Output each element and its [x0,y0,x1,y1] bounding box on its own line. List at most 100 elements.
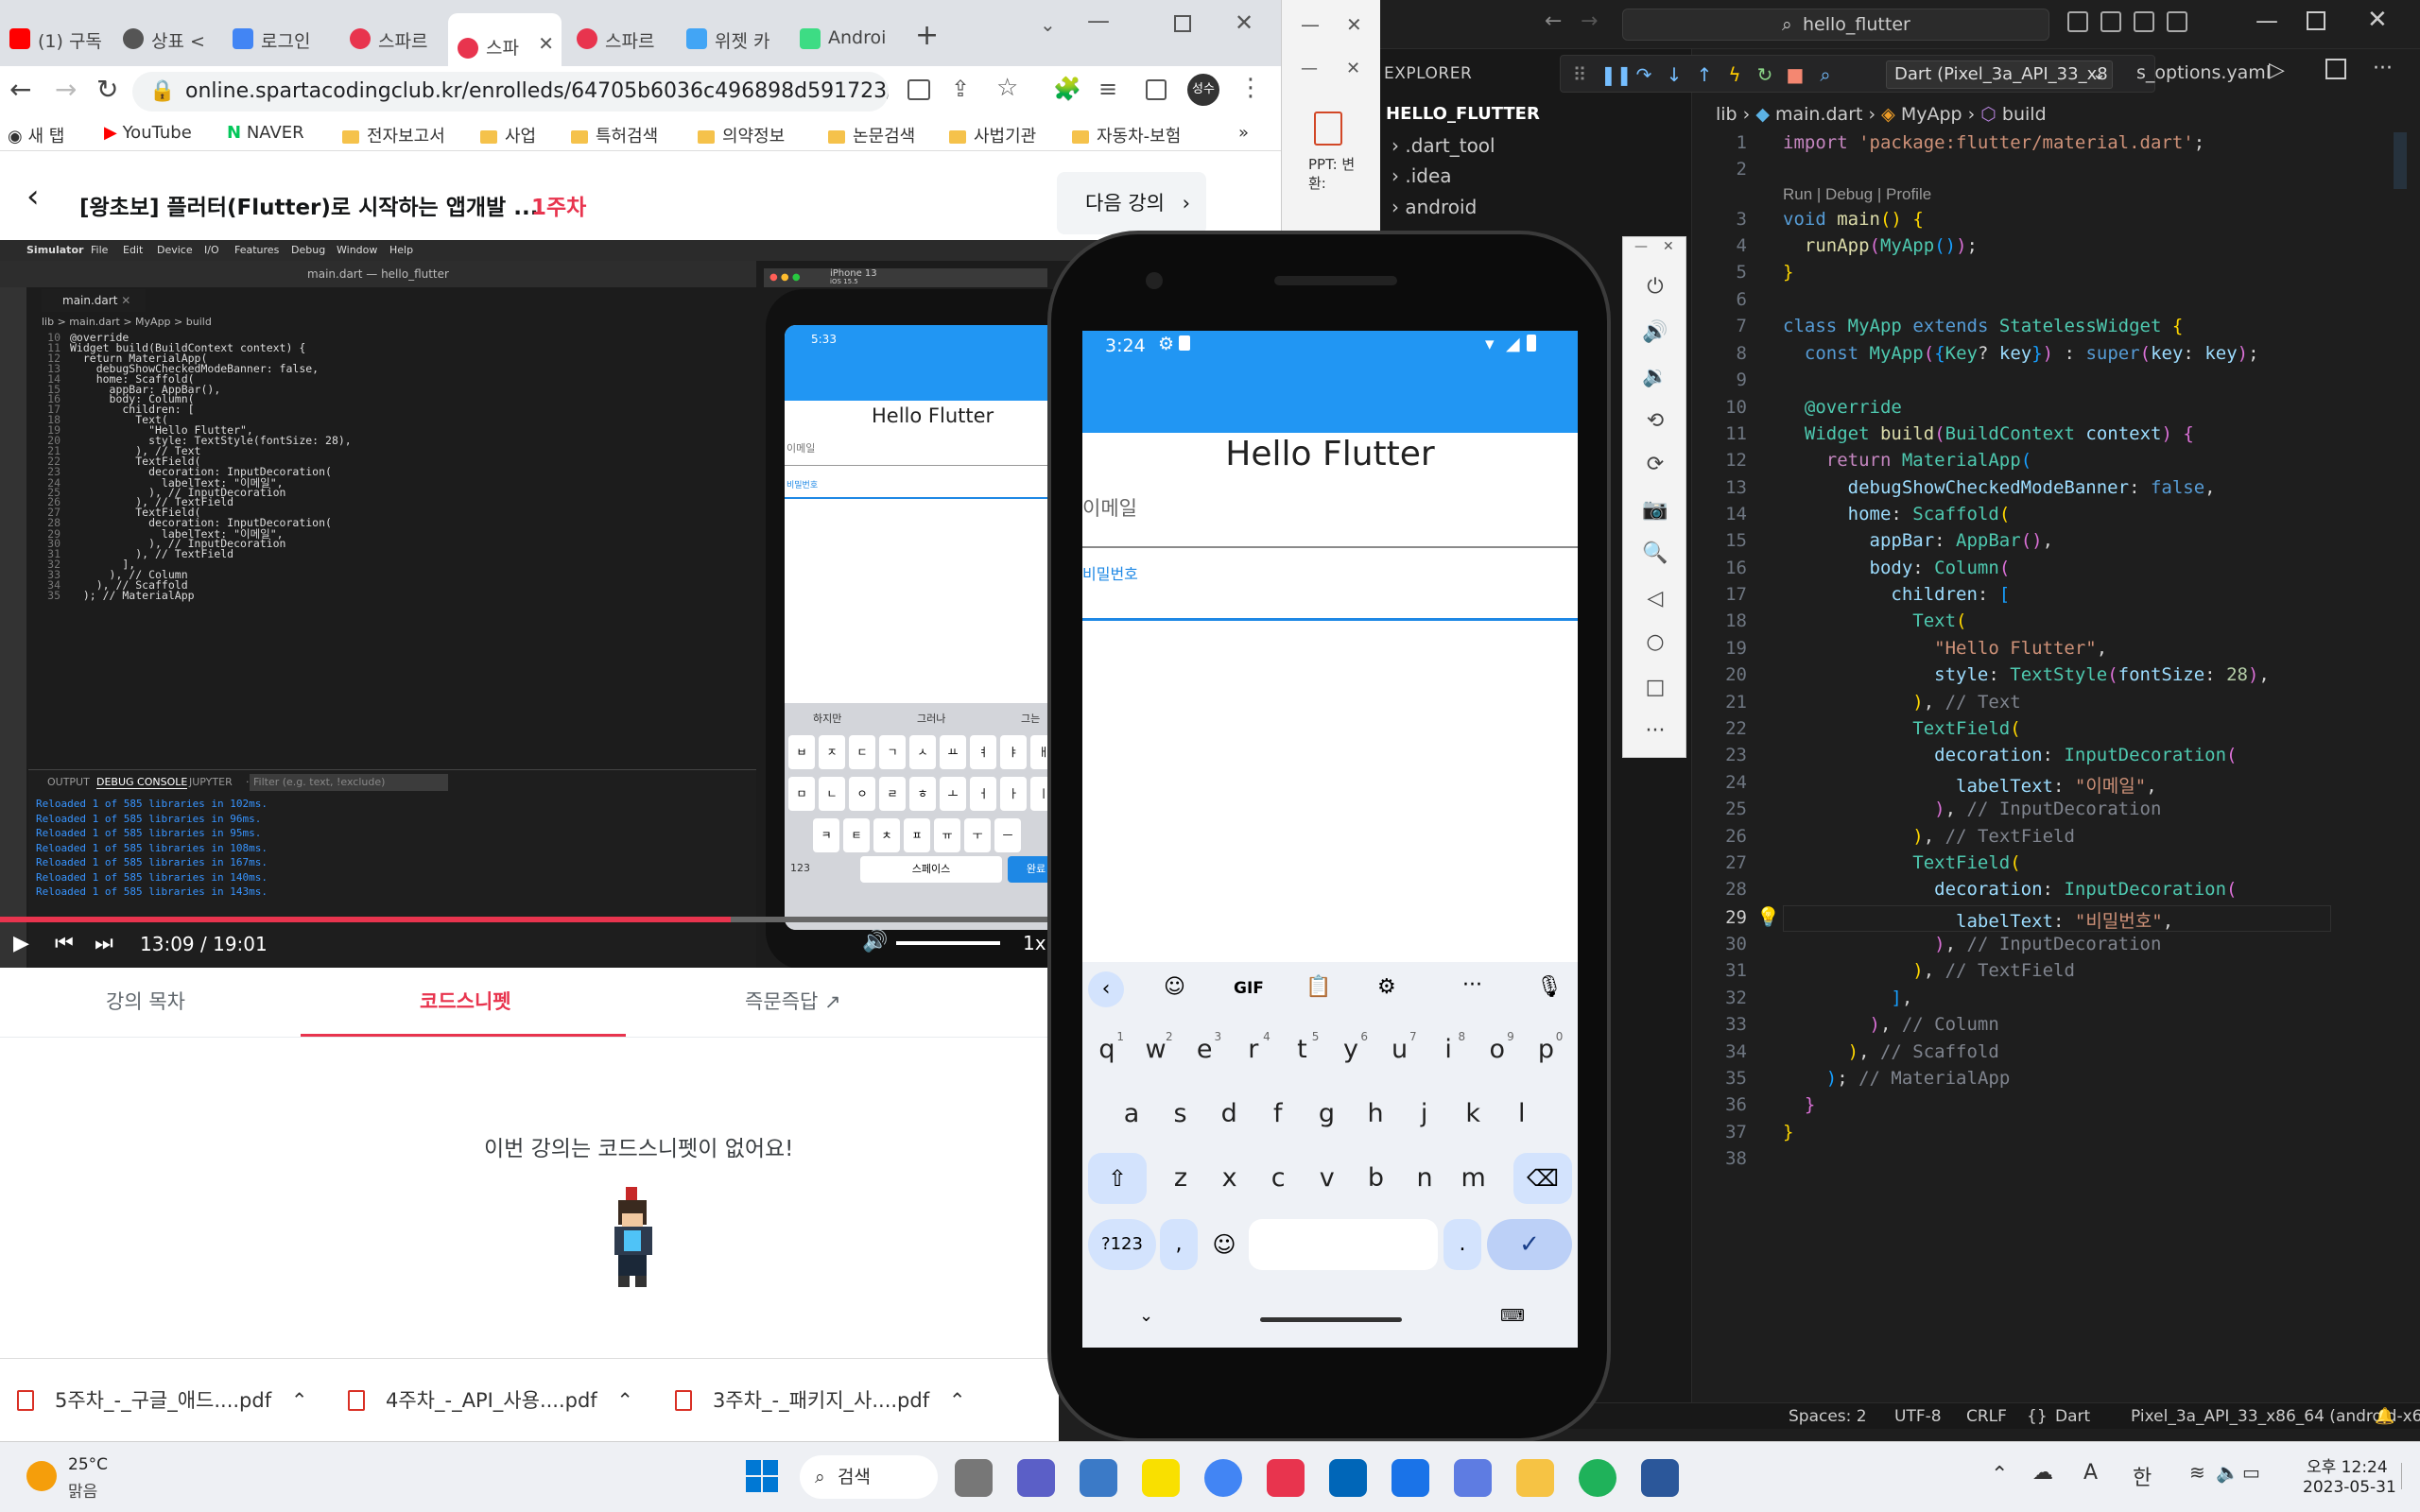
more-icon[interactable]: ··· [1642,719,1668,746]
key-t[interactable]: t5 [1281,1024,1322,1075]
key-c[interactable]: c [1257,1153,1299,1204]
key-m[interactable]: m [1453,1153,1495,1204]
skip-forward-icon[interactable]: ⏭ [95,932,113,955]
rotate-right-icon[interactable]: ⟳ [1642,453,1668,479]
project-name[interactable]: HELLO_FLUTTER [1386,104,1540,124]
close-tab-icon[interactable]: ✕ [538,32,554,55]
tab-sparta-3[interactable]: 스파르 [567,17,673,59]
weather-desc[interactable]: 맑음 [68,1478,97,1502]
sun-weather-icon[interactable] [26,1461,57,1491]
ime-hangul[interactable]: 한 [2133,1461,2152,1491]
minimize-icon[interactable]: — [1301,13,1320,36]
maximize-icon[interactable] [1174,15,1191,32]
step-into-icon[interactable]: ↓ [1663,63,1685,86]
close-icon[interactable]: ✕ [2367,6,2388,34]
key-u[interactable]: u7 [1379,1024,1421,1075]
iphone-key[interactable]: ㄱ [879,735,906,769]
iphone-key[interactable]: ㄹ [879,777,906,811]
hot-reload-icon[interactable]: ϟ [1723,63,1746,86]
share-icon[interactable]: ⇪ [951,76,970,102]
emoji-icon[interactable]: ☺ [1205,1219,1243,1270]
more-actions-icon[interactable]: ··· [2373,57,2393,80]
split-editor-icon[interactable] [2325,59,2346,79]
forward-icon[interactable]: → [55,74,77,105]
weather-temp[interactable]: 25°C [68,1455,108,1474]
tab-search-icon[interactable]: ⌄ [1040,13,1056,36]
tab-sparta-1[interactable]: 스파르 [340,17,446,59]
bookmark-folder-medicine[interactable]: 의약정보 [698,123,785,147]
comma-key[interactable]: , [1160,1219,1198,1270]
play-icon[interactable]: ▶ [13,932,29,955]
status-indentation[interactable]: Spaces: 2 [1789,1407,1867,1426]
shift-icon[interactable]: ⇧ [1088,1153,1147,1204]
close-icon[interactable]: ✕ [1663,239,1674,254]
lightbulb-icon[interactable]: 💡 [1756,905,1780,928]
key-l[interactable]: l [1501,1089,1543,1140]
cast-icon[interactable] [908,79,930,100]
overview-square-icon[interactable]: □ [1642,676,1668,702]
home-circle-icon[interactable]: ○ [1642,630,1668,657]
volume-up-icon[interactable]: 🔊 [1642,320,1668,347]
volume-icon[interactable]: 🔊 [862,930,888,954]
space-key[interactable] [1249,1219,1438,1270]
key-k[interactable]: k [1452,1089,1494,1140]
key-s[interactable]: s [1160,1089,1201,1140]
key-x[interactable]: x [1209,1153,1251,1204]
key-e[interactable]: e3 [1184,1024,1225,1075]
vscode-icon[interactable] [1329,1459,1367,1497]
sticker-icon[interactable]: ☺ [1164,975,1185,999]
android-studio-icon[interactable] [1392,1459,1429,1497]
chrome-icon[interactable] [1204,1459,1242,1497]
profile-avatar[interactable]: 성수 [1187,74,1219,106]
reload-icon[interactable]: ↻ [96,74,118,105]
edge-icon[interactable] [1579,1459,1616,1497]
iphone-key[interactable]: ㅜ [964,818,991,852]
bookmark-naver[interactable]: N NAVER [227,123,304,143]
bookmark-folder-reports[interactable]: 전자보고서 [342,123,445,147]
key-g[interactable]: g [1305,1089,1347,1140]
side-panel-icon[interactable] [1146,79,1167,100]
chevron-up-icon[interactable]: ⌃ [1991,1463,2008,1486]
bookmark-folder-business[interactable]: 사업 [480,123,536,147]
tab-widget[interactable]: 위젯 카 [677,17,788,59]
drag-handle-icon[interactable]: ⠿ [1568,63,1591,86]
download-item[interactable]: 5주차_-_구글_애드....pdf ⌃ [17,1385,307,1414]
iphone-key[interactable]: ㄴ [819,777,845,811]
status-language[interactable]: Dart [2055,1407,2090,1426]
iphone-key[interactable]: ㅅ [909,735,936,769]
bookmarks-more-button[interactable]: » [1238,123,1249,143]
stop-icon[interactable]: ■ [1784,63,1806,86]
volume-icon[interactable]: 🔈 [2216,1461,2239,1484]
download-item[interactable]: 4주차_-_API_사용....pdf ⌃ [348,1385,633,1414]
sparta-app-icon[interactable] [1267,1459,1305,1497]
status-eol[interactable]: CRLF [1966,1407,2007,1426]
run-icon[interactable]: ▷ [2269,59,2285,82]
extensions-icon[interactable]: 🧩 [1053,76,1081,102]
toggle-panel-icon[interactable] [2100,11,2121,32]
command-search-input[interactable]: ⌕ hello_flutter [1622,9,2049,41]
step-over-icon[interactable]: ↷ [1633,63,1655,86]
close-icon[interactable]: ✕ [1346,13,1362,36]
back-chevron-icon[interactable]: ‹ [26,178,40,215]
iphone-key[interactable]: ㅋ [813,818,839,852]
key-r[interactable]: r4 [1233,1024,1274,1075]
minimize-icon[interactable]: — [1087,8,1110,34]
bookmark-folder-patent[interactable]: 특허검색 [571,123,658,147]
iphone-key[interactable]: ㄷ [849,735,875,769]
key-y[interactable]: y6 [1330,1024,1372,1075]
rotate-left-icon[interactable]: ⟲ [1642,409,1668,436]
key-i[interactable]: i8 [1427,1024,1469,1075]
editor-tab-options-yaml[interactable]: s_options.yaml [2136,62,2271,83]
next-lecture-button[interactable]: 다음 강의 › [1057,172,1206,234]
iphone-key[interactable]: ㅌ [843,818,870,852]
iphone-key[interactable]: ㅡ [994,818,1021,852]
back-triangle-icon[interactable]: ◁ [1642,587,1668,613]
tree-item-android[interactable]: › android [1392,196,1477,218]
forward-arrow-icon[interactable]: → [1581,9,1598,33]
key-b[interactable]: b [1355,1153,1396,1204]
key-o[interactable]: o9 [1477,1024,1518,1075]
key-q[interactable]: q1 [1086,1024,1128,1075]
pause-icon[interactable]: ❚❚ [1600,63,1633,86]
iphone-key[interactable]: ㅑ [1000,735,1027,769]
windows-start-icon[interactable] [745,1459,779,1493]
